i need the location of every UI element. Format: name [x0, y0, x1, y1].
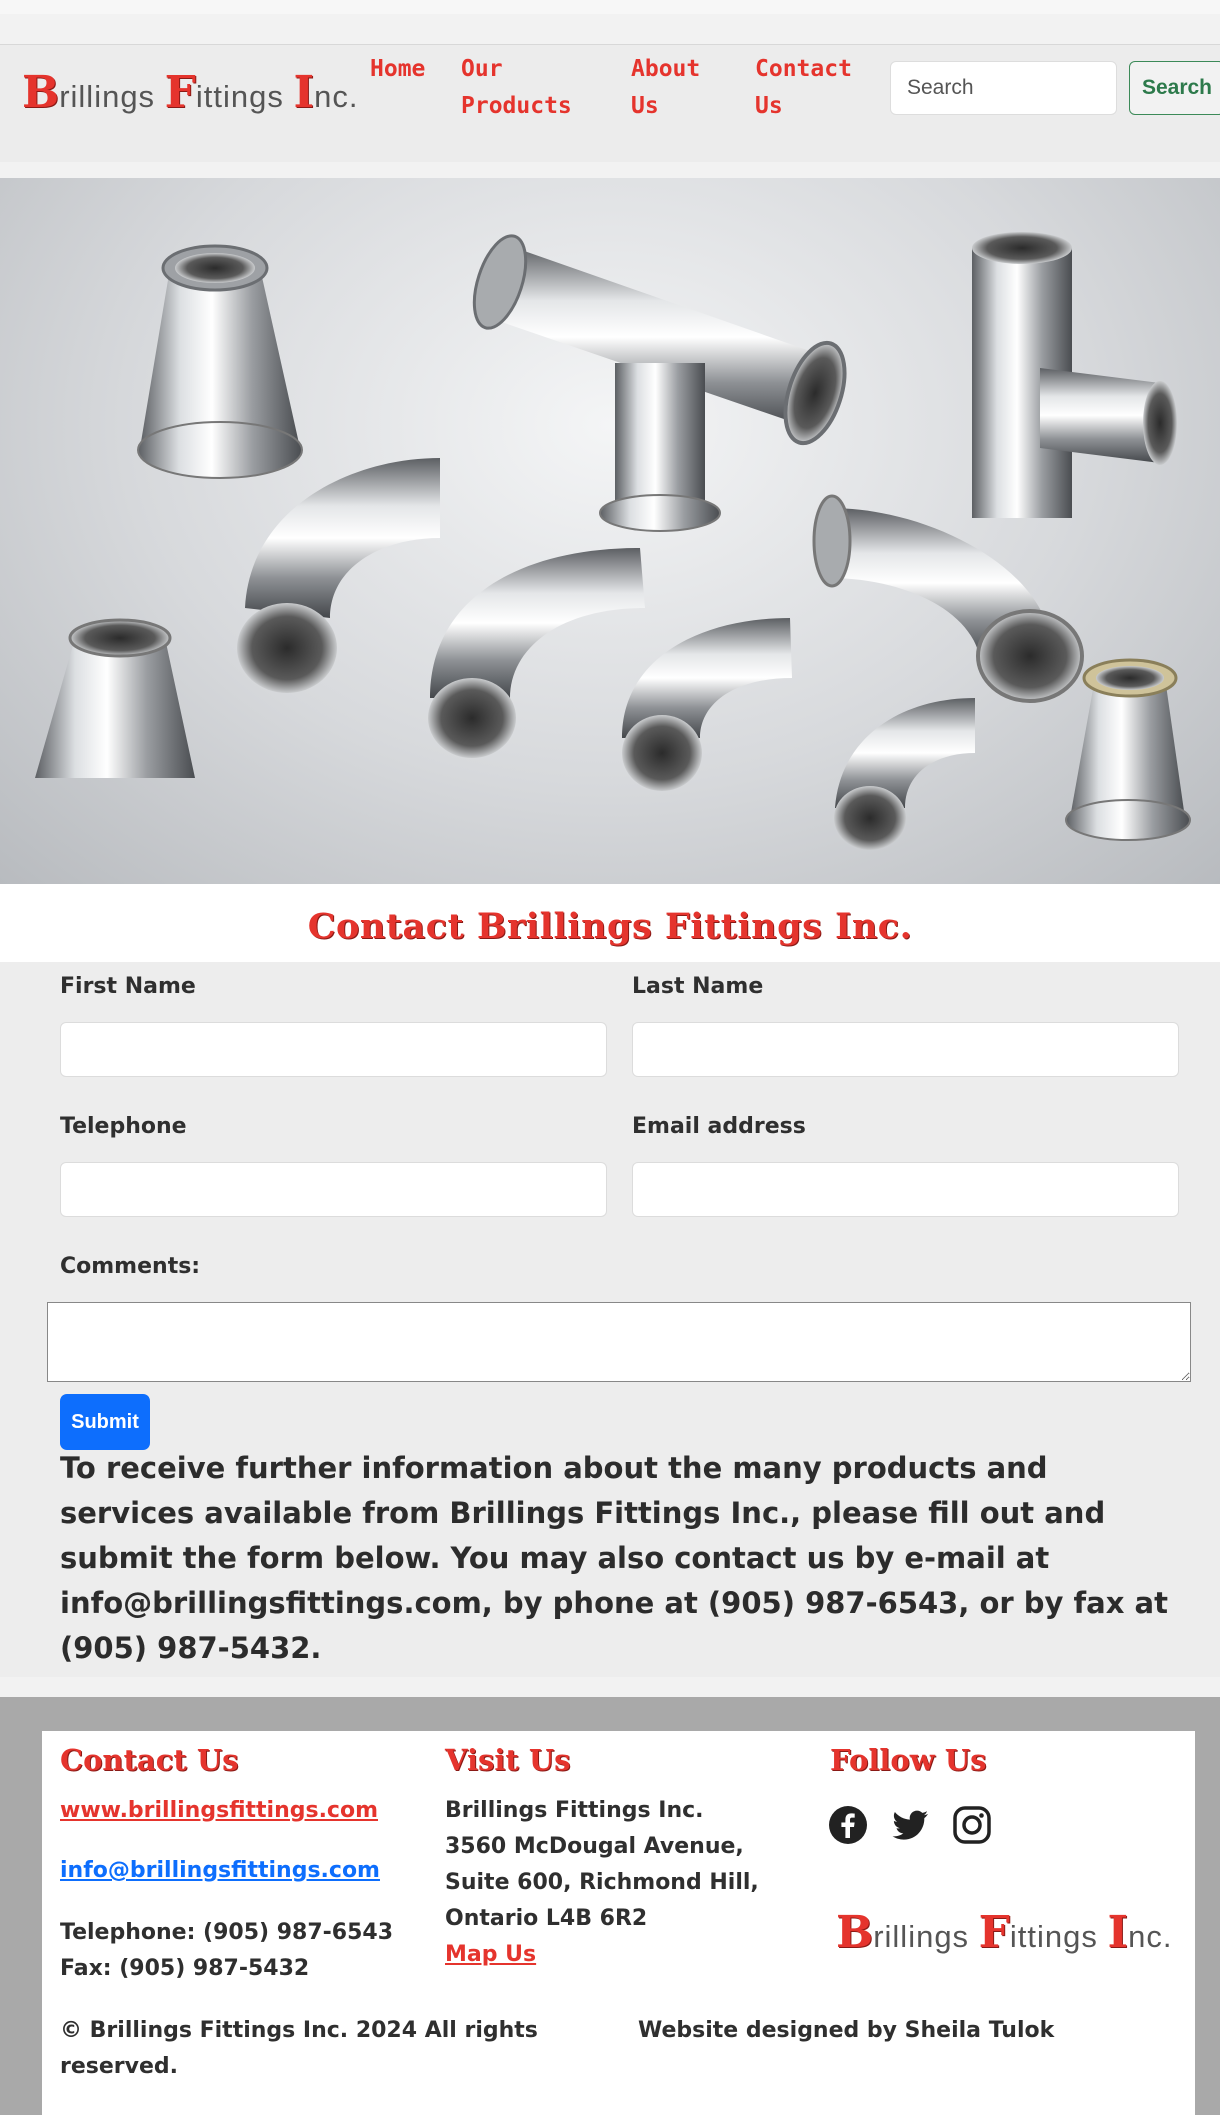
telephone-field[interactable] — [60, 1162, 607, 1217]
pipe-fittings-illustration — [35, 232, 1191, 850]
footer-telephone: Telephone: (905) 987-6543 — [60, 1920, 394, 1945]
logo-cap-i: I — [1107, 1907, 1129, 1958]
copyright-text: © Brillings Fittings Inc. 2024 All right… — [60, 2018, 538, 2079]
elbow-fitting-5-icon — [834, 698, 975, 850]
site-header: Brillings Fittings Inc. Home Our Product… — [0, 44, 1220, 162]
logo-cap-i: I — [293, 67, 315, 118]
logo-cap-b: B — [836, 1907, 874, 1958]
footer-website-link-wrap: www.brillingsfittings.com — [60, 1793, 378, 1829]
search-button[interactable]: Search — [1129, 61, 1220, 115]
address-line: Brillings Fittings Inc. — [445, 1798, 704, 1823]
comments-textarea[interactable] — [47, 1302, 1191, 1382]
logo-cap-b: B — [22, 67, 60, 118]
footer-email-link[interactable]: info@brillingsfittings.com — [60, 1858, 380, 1883]
instagram-icon[interactable] — [952, 1805, 992, 1845]
top-strip — [0, 0, 1220, 14]
designer-credit: Website designed by Sheila Tulok — [638, 2018, 1055, 2043]
contact-page-title: Contact Brillings Fittings Inc. — [307, 906, 913, 947]
tee-fitting-right-icon — [972, 232, 1177, 518]
elbow-fitting-3-icon — [622, 618, 792, 791]
footer-contact-heading: Contact Us — [60, 1743, 239, 1777]
twitter-icon[interactable] — [890, 1805, 930, 1845]
footer-fax: Fax: (905) 987-5432 — [60, 1956, 310, 1981]
logo-text-i: nc. — [314, 79, 359, 114]
reducer-right-icon — [1065, 658, 1191, 841]
logo-cap-f: F — [978, 1907, 1010, 1958]
email-label: Email address — [632, 1114, 806, 1139]
elbow-fitting-2-icon — [428, 548, 645, 758]
social-links — [828, 1805, 992, 1845]
footer-address: Brillings Fittings Inc. 3560 McDougal Av… — [445, 1793, 759, 1973]
first-name-field[interactable] — [60, 1022, 607, 1077]
address-line: Suite 600, Richmond Hill, — [445, 1870, 759, 1895]
reducer-left-icon — [35, 618, 195, 778]
elbow-fitting-1-icon — [237, 458, 440, 693]
tee-fitting-icon — [472, 234, 847, 532]
submit-button[interactable]: Submit — [60, 1394, 150, 1450]
hero-image — [0, 178, 1220, 884]
logo-text-i: nc. — [1128, 1919, 1173, 1954]
footer-brand-logo: Brillings Fittings Inc. — [836, 1907, 1172, 1958]
address-line: Ontario L4B 6R2 — [445, 1906, 648, 1931]
map-us-link[interactable]: Map Us — [445, 1942, 536, 1967]
nav-about-us[interactable]: About Us — [631, 51, 731, 125]
logo-cap-f: F — [164, 67, 196, 118]
footer-email-link-wrap: info@brillingsfittings.com — [60, 1853, 380, 1889]
facebook-icon[interactable] — [828, 1805, 868, 1845]
logo-text-f: ittings — [195, 79, 294, 114]
brand-logo[interactable]: Brillings Fittings Inc. — [22, 67, 358, 118]
contact-info-text: To receive further information about the… — [60, 1451, 1168, 1665]
contact-title-band: Contact Brillings Fittings Inc. — [0, 884, 1220, 962]
nav-home[interactable]: Home — [370, 51, 450, 88]
last-name-field[interactable] — [632, 1022, 1179, 1077]
search-input[interactable] — [890, 61, 1117, 115]
footer-visit-heading: Visit Us — [445, 1743, 571, 1777]
footer-website-link[interactable]: www.brillingsfittings.com — [60, 1798, 378, 1823]
reducer-fitting-icon — [137, 244, 303, 479]
email-field[interactable] — [632, 1162, 1179, 1217]
nav-contact-us[interactable]: Contact Us — [755, 51, 875, 125]
first-name-label: First Name — [60, 974, 196, 999]
last-name-label: Last Name — [632, 974, 764, 999]
footer-card: Contact Us www.brillingsfittings.com inf… — [42, 1731, 1195, 2115]
elbow-fitting-4-icon — [812, 494, 1084, 703]
logo-text-f: ittings — [1009, 1919, 1108, 1954]
logo-text-b: rillings — [873, 1919, 979, 1954]
comments-label: Comments: — [60, 1254, 201, 1279]
nav-our-products[interactable]: Our Products — [461, 51, 596, 125]
site-footer: Contact Us www.brillingsfittings.com inf… — [0, 1697, 1220, 2115]
telephone-label: Telephone — [60, 1114, 187, 1139]
logo-text-b: rillings — [59, 79, 165, 114]
address-line: 3560 McDougal Avenue, — [445, 1834, 744, 1859]
contact-form: First Name Last Name Telephone Email add… — [0, 962, 1220, 1677]
footer-follow-heading: Follow Us — [830, 1743, 987, 1777]
